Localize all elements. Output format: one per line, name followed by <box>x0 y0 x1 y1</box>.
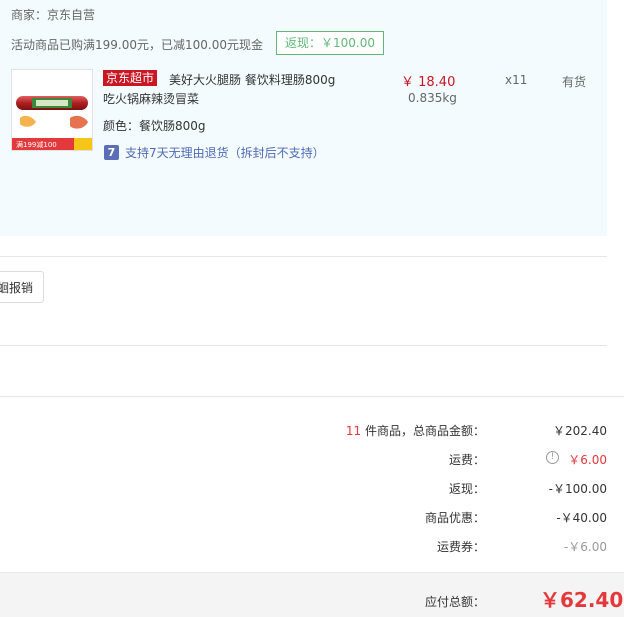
product-name-line2[interactable]: 吃火锅麻辣烫冒菜 <box>103 90 199 107</box>
thumb-banner: 满199减100 <box>16 140 57 149</box>
item-count-suffix: 件商品，总商品金额： <box>361 424 485 438</box>
invoice-button[interactable]: 蛔报销 <box>0 271 44 303</box>
payable-bar <box>0 572 624 617</box>
return-policy-icon: 7 <box>104 145 119 160</box>
shipping-coupon-value: -￥6.00 <box>563 540 607 554</box>
promo-text: 活动商品已购满199.00元，已减100.00元现金 <box>11 38 263 52</box>
product-weight: 0.835kg <box>408 91 457 105</box>
cashback-label: 返现： <box>448 482 485 496</box>
merchant-label: 商家：京东自营 <box>11 8 96 22</box>
item-count: 11 <box>345 424 362 438</box>
stock-status: 有货 <box>562 75 587 89</box>
summary-total-label: 11 件商品，总商品金额： <box>346 422 485 439</box>
cashback-value: -￥100.00 <box>548 482 607 496</box>
shipping-coupon-label: 运费券： <box>436 540 485 554</box>
discount-value: -￥40.00 <box>556 511 607 525</box>
product-color: 颜色：餐饮肠800g <box>103 119 206 133</box>
shipping-value: ￥6.00 <box>568 453 607 467</box>
divider <box>0 396 624 397</box>
summary-total-value: ￥202.40 <box>553 424 607 438</box>
product-name-line1[interactable]: 美好大火腿肠 餐饮料理肠800g <box>169 71 335 88</box>
cashback-tag: 返现：￥100.00 <box>276 31 384 55</box>
sausage-image: 满199减100 <box>12 70 92 150</box>
info-icon[interactable]: ! <box>546 451 559 464</box>
payable-label: 应付总额： <box>425 595 486 609</box>
divider <box>0 256 607 257</box>
divider <box>0 345 607 346</box>
product-quantity: x11 <box>505 73 528 87</box>
return-policy-text[interactable]: 支持7天无理由退货（拆封后不支持） <box>125 144 325 161</box>
store-tag: 京东超市 <box>103 70 158 86</box>
discount-label: 商品优惠： <box>424 511 485 525</box>
product-price: ￥ 18.40 <box>401 75 456 90</box>
shipping-label: 运费： <box>448 453 485 467</box>
payable-value: ￥62.40 <box>540 588 624 612</box>
product-thumbnail[interactable]: 满199减100 <box>11 69 93 151</box>
